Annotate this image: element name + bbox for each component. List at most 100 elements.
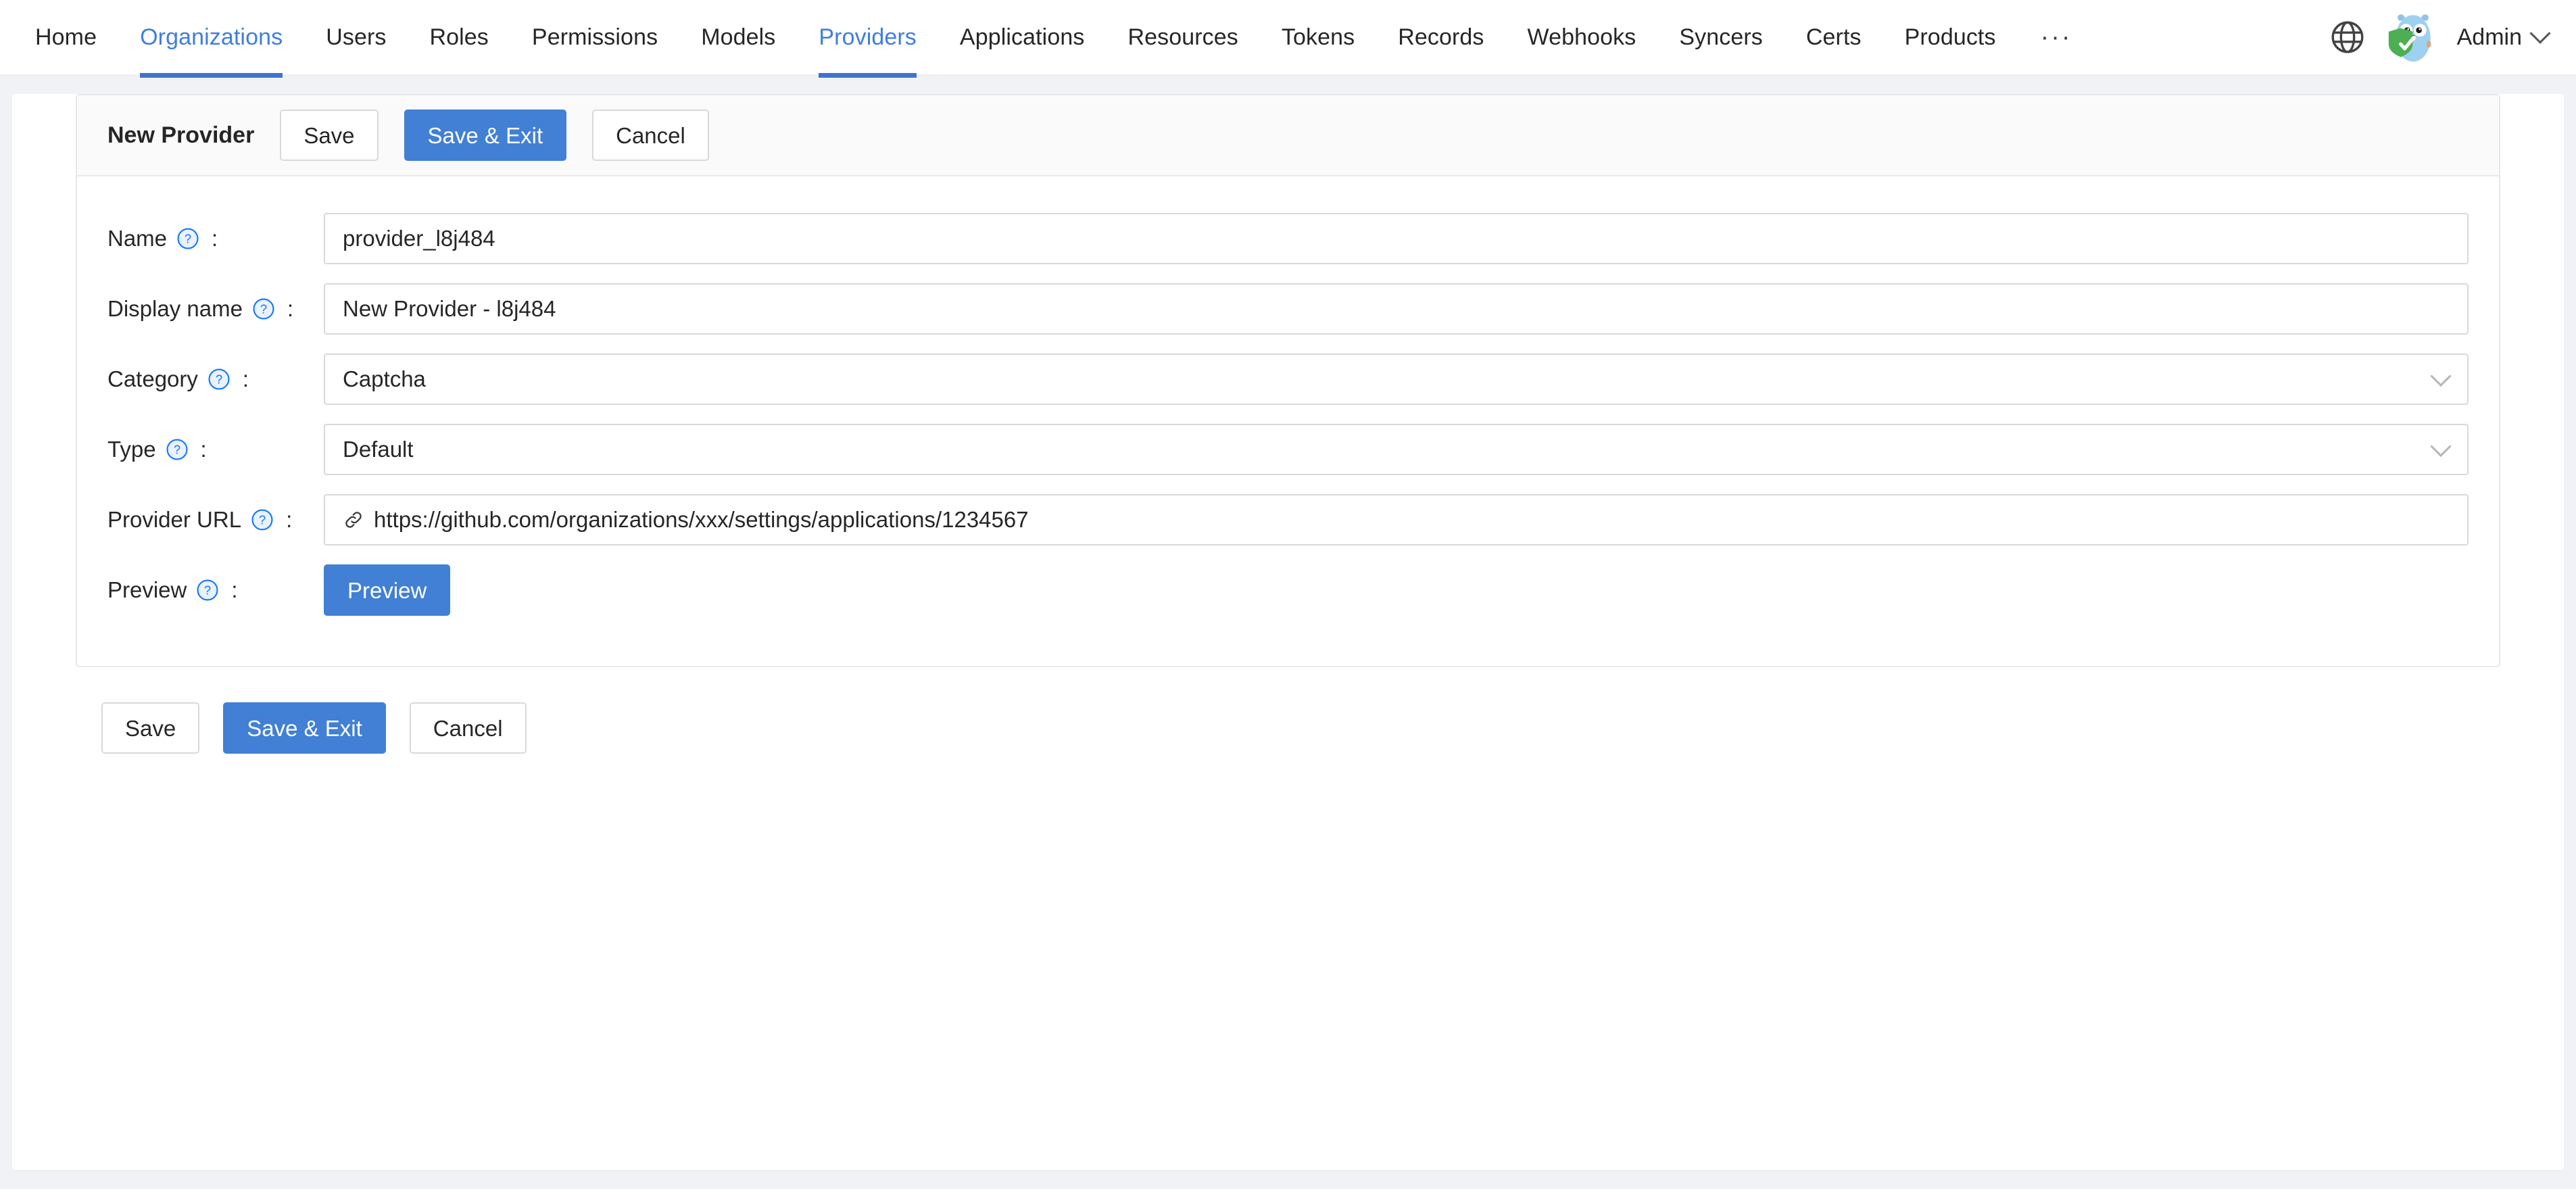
nav-overflow-label: ···: [2040, 22, 2072, 51]
svg-text:?: ?: [216, 372, 222, 387]
nav-item-providers[interactable]: Providers: [797, 0, 938, 78]
provider-form-card: New Provider Save Save & Exit Cancel Nam…: [76, 94, 2500, 667]
nav-item-models[interactable]: Models: [679, 0, 797, 76]
display-name-field-label: Display name ? :: [107, 296, 324, 322]
top-navigation-bar: Home Organizations Users Roles Permissio…: [0, 0, 2576, 78]
provider-url-field-control: https://github.com/organizations/xxx/set…: [324, 494, 2469, 545]
nav-item-label: Records: [1398, 24, 1484, 50]
nav-item-label: Organizations: [140, 24, 283, 50]
nav-item-label: Applications: [959, 24, 1085, 50]
question-circle-icon[interactable]: ?: [175, 226, 201, 251]
question-circle-icon[interactable]: ?: [249, 507, 275, 533]
save-button-top[interactable]: Save: [280, 110, 379, 161]
globe-icon: [2328, 18, 2367, 57]
nav-item-label: Home: [35, 24, 97, 50]
nav-item-users[interactable]: Users: [304, 0, 408, 76]
type-select[interactable]: Default: [324, 424, 2469, 475]
nav-item-certs[interactable]: Certs: [1784, 0, 1883, 76]
nav-overflow-menu[interactable]: ···: [2018, 0, 2095, 76]
save-and-exit-button-top[interactable]: Save & Exit: [404, 110, 567, 161]
svg-text:?: ?: [259, 513, 266, 527]
save-and-exit-button-bottom[interactable]: Save & Exit: [223, 702, 386, 754]
form-body: Name ? : provider_l8j484 Display name ? …: [77, 176, 2499, 666]
nav-item-resources[interactable]: Resources: [1106, 0, 1259, 76]
label-colon: :: [231, 577, 238, 602]
nav-item-label: Tokens: [1281, 24, 1355, 50]
nav-item-label: Roles: [429, 24, 489, 50]
avatar[interactable]: [2384, 8, 2442, 66]
provider-url-input[interactable]: https://github.com/organizations/xxx/set…: [324, 494, 2469, 545]
category-select[interactable]: Captcha: [324, 354, 2469, 405]
preview-field-control: Preview: [324, 564, 2469, 616]
name-label-text: Name: [107, 226, 168, 251]
name-field-control: [324, 213, 2469, 264]
type-field-label: Type ? :: [107, 437, 324, 462]
nav-item-applications[interactable]: Applications: [938, 0, 1107, 76]
question-circle-icon[interactable]: ?: [251, 296, 276, 322]
form-footer-actions: Save Save & Exit Cancel: [12, 667, 2564, 754]
page-title: New Provider: [107, 122, 255, 148]
nav-item-label: Products: [1904, 24, 1996, 50]
preview-label-text: Preview: [107, 577, 187, 602]
name-input[interactable]: [324, 213, 2469, 264]
form-row-name: Name ? :: [77, 203, 2499, 274]
form-row-provider-url: Provider URL ? : https://github.com/orga…: [77, 485, 2499, 555]
form-row-category: Category ? : Captcha: [77, 344, 2499, 414]
question-circle-icon[interactable]: ?: [164, 437, 190, 462]
user-menu-button[interactable]: Admin: [2456, 22, 2551, 51]
provider-url-value: https://github.com/organizations/xxx/set…: [374, 507, 1029, 532]
username-label: Admin: [2456, 24, 2522, 50]
nav-item-roles[interactable]: Roles: [408, 0, 510, 76]
nav-item-syncers[interactable]: Syncers: [1657, 0, 1784, 76]
svg-text:?: ?: [260, 302, 267, 316]
svg-text:?: ?: [185, 232, 191, 246]
question-circle-icon[interactable]: ?: [195, 577, 220, 603]
nav-item-label: Syncers: [1679, 24, 1763, 50]
top-right-actions: Admin: [2326, 8, 2576, 66]
nav-item-records[interactable]: Records: [1376, 0, 1505, 76]
form-row-preview: Preview ? : Preview: [77, 555, 2499, 625]
cancel-button-bottom[interactable]: Cancel: [409, 702, 527, 754]
cancel-button-top[interactable]: Cancel: [592, 110, 709, 161]
nav-item-tokens[interactable]: Tokens: [1260, 0, 1376, 76]
type-selected-value: Default: [343, 437, 414, 462]
nav-item-label: Resources: [1127, 24, 1238, 50]
label-colon: :: [287, 296, 294, 321]
svg-text:?: ?: [173, 443, 180, 457]
nav-item-products[interactable]: Products: [1883, 0, 2018, 76]
category-field-label: Category ? :: [107, 366, 324, 392]
display-name-label-text: Display name: [107, 296, 243, 321]
nav-item-permissions[interactable]: Permissions: [510, 0, 679, 76]
nav-item-organizations[interactable]: Organizations: [118, 0, 304, 78]
save-button-bottom[interactable]: Save: [101, 702, 200, 754]
label-colon: :: [200, 437, 207, 462]
casdoor-gopher-shield-avatar-icon: [2384, 8, 2442, 66]
provider-url-label-text: Provider URL: [107, 507, 242, 532]
nav-item-label: Providers: [819, 24, 917, 50]
chevron-down-icon: [2529, 22, 2551, 44]
page-card: New Provider Save Save & Exit Cancel Nam…: [12, 94, 2564, 1170]
preview-button[interactable]: Preview: [324, 564, 451, 616]
page-content-area: New Provider Save Save & Exit Cancel Nam…: [0, 94, 2576, 1189]
label-colon: :: [212, 226, 218, 251]
name-field-label: Name ? :: [107, 226, 324, 251]
link-icon: [343, 509, 364, 531]
display-name-input[interactable]: [324, 283, 2469, 335]
chevron-down-icon: [2430, 436, 2452, 458]
question-circle-icon[interactable]: ?: [206, 366, 232, 392]
type-label-text: Type: [107, 437, 156, 462]
label-colon: :: [286, 507, 293, 532]
language-selector-button[interactable]: [2326, 16, 2369, 59]
category-selected-value: Captcha: [343, 366, 426, 391]
nav-item-label: Webhooks: [1527, 24, 1636, 50]
chevron-down-icon: [2430, 366, 2452, 387]
type-field-control: Default: [324, 424, 2469, 475]
nav-item-list: Home Organizations Users Roles Permissio…: [0, 0, 2095, 78]
label-colon: :: [242, 366, 249, 391]
form-row-display-name: Display name ? :: [77, 274, 2499, 344]
nav-item-label: Models: [701, 24, 776, 50]
nav-item-webhooks[interactable]: Webhooks: [1506, 0, 1658, 76]
nav-item-label: Users: [326, 24, 387, 50]
nav-item-label: Permissions: [531, 24, 658, 50]
nav-item-home[interactable]: Home: [14, 0, 118, 76]
